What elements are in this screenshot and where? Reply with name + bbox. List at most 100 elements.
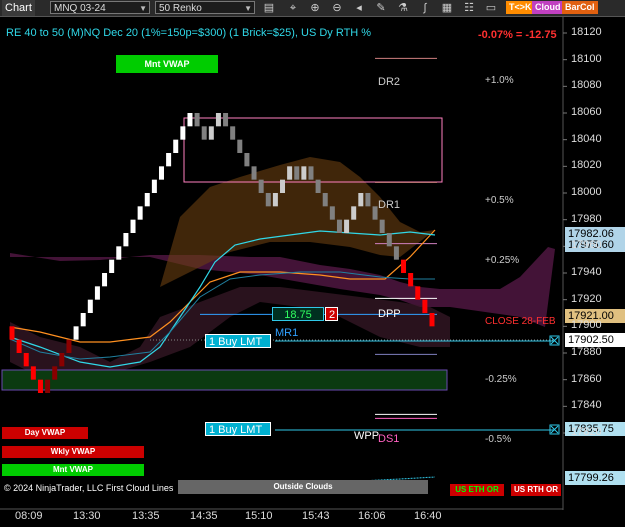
renko-brick [52,366,58,380]
x-tick-label: 15:10 [245,510,273,522]
instrument-label: MNQ 03-24 [54,3,106,14]
chart-header: RE 40 to 50 (M)NQ Dec 20 (1%=150p=$300) … [6,27,372,39]
barcol-toggle-button[interactable]: BarCol [562,1,598,14]
us-rth-or-label: US RTH OR [511,484,561,496]
order-price-box[interactable]: 18.75 [272,307,324,321]
renko-brick [30,366,36,380]
tk-toggle-button[interactable]: T<>K [506,1,535,14]
window-title: Chart [2,0,35,16]
renko-brick [80,313,86,327]
y-tick-label: 17960 [571,239,602,252]
zoom-in-icon[interactable]: ⊕ [308,1,322,15]
mnt-vwap-label: Mnt VWAP [2,464,144,476]
renko-brick [173,139,179,153]
renko-brick [116,246,122,260]
buy-limit-order-2[interactable]: 1 Buy LMT [205,422,271,436]
first-cloud-lines-label: First Cloud Lines [105,483,174,493]
y-tick-label: 18100 [571,52,602,65]
renko-brick [66,339,72,353]
renko-brick [109,259,115,273]
level-minus025-pct: -0.25% [485,374,517,385]
renko-brick [87,299,93,313]
renko-brick [344,219,350,233]
close-icon [550,336,559,434]
drawing-tool-icon[interactable]: ✎ [374,1,388,15]
renko-brick [401,259,407,273]
chevron-down-icon: ▼ [139,4,147,13]
price-tag-4: 17902.50 [565,333,625,347]
renko-brick [336,219,342,233]
level-dr1-pct: +0.5% [485,195,514,206]
zoom-out-icon[interactable]: ⊖ [330,1,344,15]
renko-brick [408,273,414,287]
strategy-icon[interactable]: ⚗ [396,1,410,15]
renko-brick [315,179,321,193]
x-tick-label: 16:06 [358,510,386,522]
renko-brick [59,353,65,367]
renko-brick [379,219,385,233]
y-tick-label: 18040 [571,132,602,145]
renko-brick [137,206,143,220]
renko-brick [287,166,293,180]
buy-limit-order-1[interactable]: 1 Buy LMT [205,334,271,348]
renko-brick [130,219,136,233]
x-tick-label: 13:30 [73,510,101,522]
renko-brick [265,193,271,207]
chevron-down-icon: ▼ [244,4,252,13]
y-tick-label: 18000 [571,186,602,198]
toolbar: Chart MNQ 03-24 ▼ 50 Renko ▼ ▤ ⌖ ⊕ ⊖ ◂ ✎ ⚗… [0,0,625,17]
renko-brick [393,246,399,260]
renko-brick [301,166,307,180]
renko-brick [386,233,392,247]
y-tick-label: 17880 [571,346,602,358]
us-eth-or-label: US ETH OR [450,484,504,496]
renko-brick [351,206,357,220]
renko-brick [215,113,221,127]
x-tick-label: 14:35 [190,510,218,522]
outside-clouds-label: Outside Clouds [178,480,428,494]
renko-brick [151,179,157,193]
instrument-select[interactable]: MNQ 03-24 ▼ [50,1,150,14]
copyright: © 2024 NinjaTrader, LLC First Cloud Line… [4,483,173,493]
renko-brick [272,193,278,207]
chart-style-icon[interactable]: ▤ [262,1,276,15]
renko-brick [158,166,164,180]
y-tick-label: 17940 [571,266,602,278]
x-tick-label: 13:35 [132,510,160,522]
properties-icon[interactable]: ☷ [462,1,476,15]
renko-brick [244,153,250,167]
renko-brick [144,193,150,207]
renko-brick [280,179,286,193]
templates-icon[interactable]: ▦ [440,1,454,15]
renko-brick [187,113,193,127]
y-tick-label: 17900 [571,319,602,332]
y-tick-label: 17840 [571,399,602,412]
crosshair-icon[interactable]: ⌖ [286,1,300,15]
renko-brick [308,166,314,180]
net-change: -0.07% = -12.75 [478,29,557,41]
level-ds1-pct: -0.5% [485,434,512,445]
bar-type-label: 50 Renko [159,3,202,14]
y-tick-label: 17820 [571,426,602,438]
order-qty-box[interactable]: 2 [325,307,338,321]
renko-brick [23,353,29,367]
day-vwap-label: Day VWAP [2,427,88,439]
renko-brick [37,379,43,393]
data-box-icon[interactable]: ▭ [484,1,498,15]
level-dpp: DPP [378,308,401,320]
bar-type-select[interactable]: 50 Renko ▼ [155,1,255,14]
x-tick-label: 08:09 [15,510,43,522]
mnt-vwap-top-label: Mnt VWAP [116,55,218,73]
level-dr2: DR2 [378,76,401,88]
renko-brick [358,193,364,207]
renko-brick [237,139,243,153]
level-dr2-pct: +1.0% [485,75,514,86]
indicator-icon[interactable]: ∫ [418,1,432,15]
renko-brick [208,126,214,140]
level-wpp: WPP [354,430,380,442]
y-tick-label: 17920 [571,292,602,305]
scroll-left-icon[interactable]: ◂ [352,1,366,15]
close-label: CLOSE 28-FEB [485,316,556,327]
renko-brick [294,166,300,180]
cloud-toggle-button[interactable]: Cloud [532,1,564,14]
